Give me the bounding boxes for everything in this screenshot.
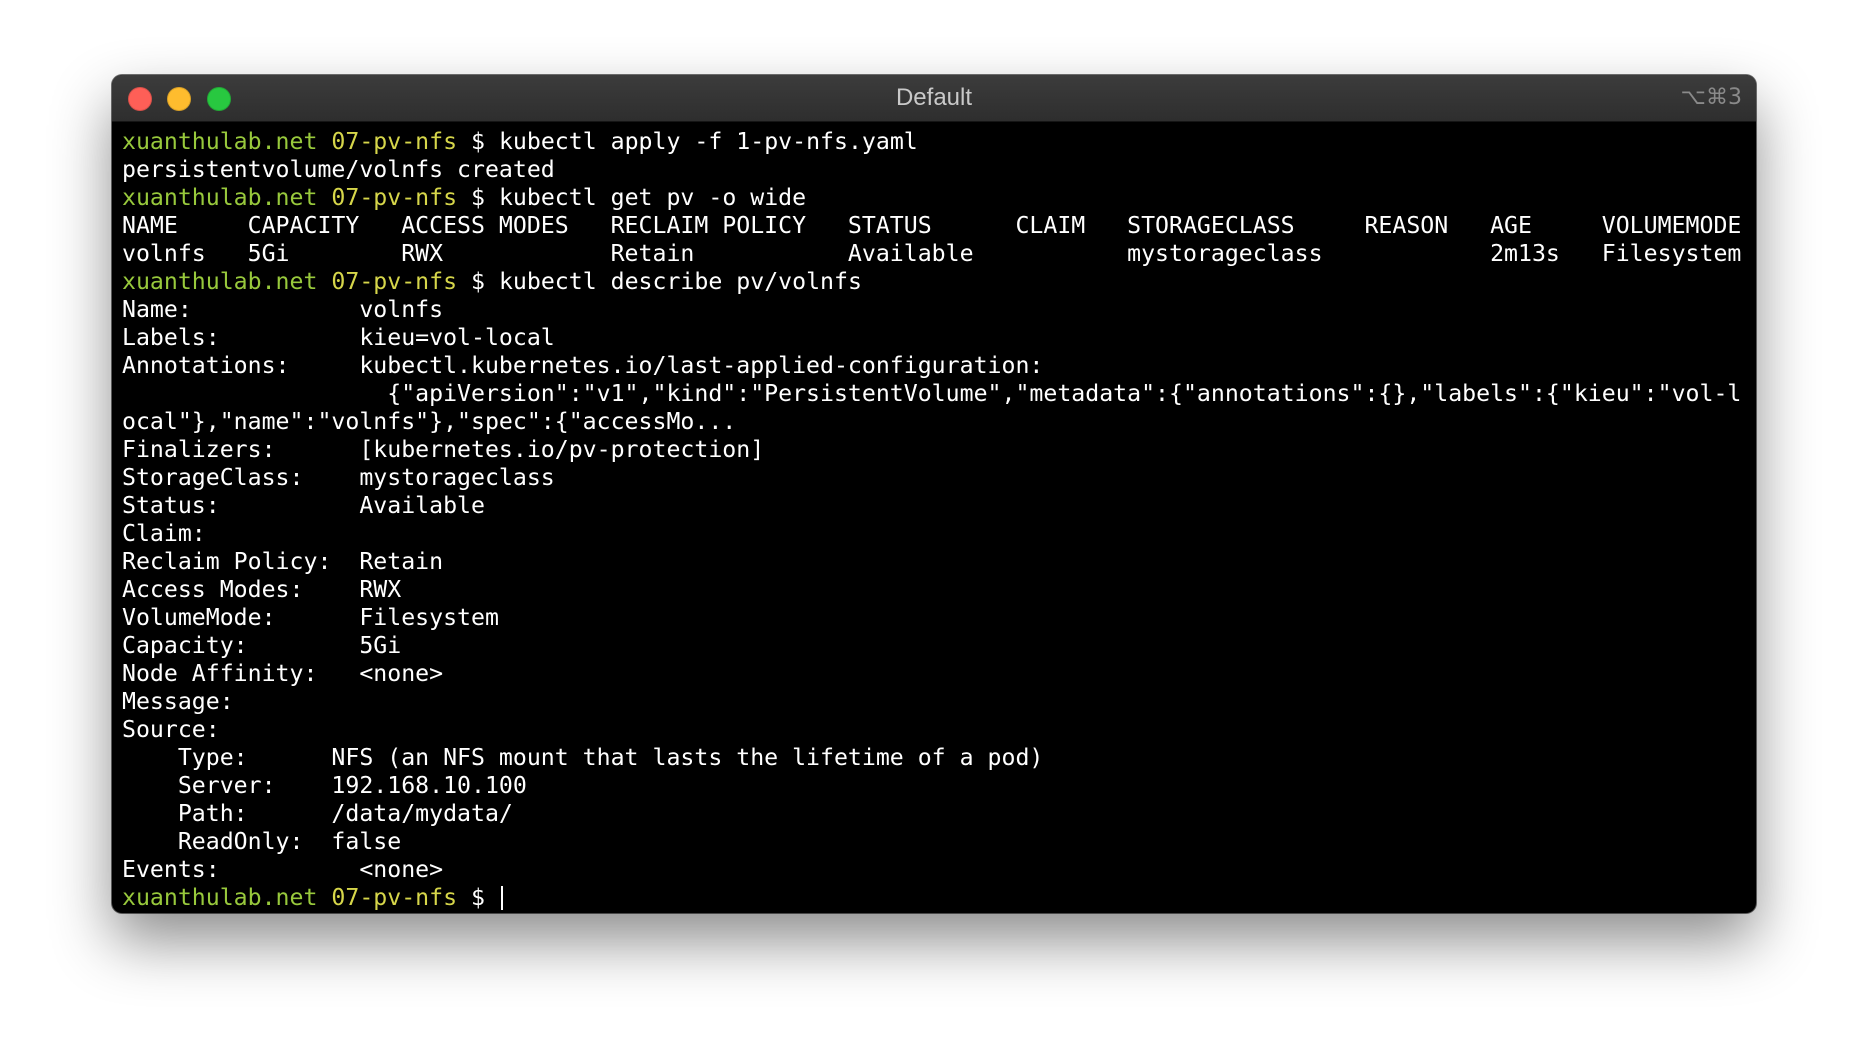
window-shortcut-label: ⌥⌘3 [1680,85,1742,110]
describe-line: Name: volnfs [122,296,444,323]
active-prompt-line[interactable]: xuanthulab.net 07-pv-nfs $ [122,884,1748,912]
prompt-host: xuanthulab.net [122,268,318,295]
describe-line: Capacity: 5Gi [122,632,402,659]
describe-line: Server: 192.168.10.100 [122,772,527,799]
describe-line: StorageClass: mystorageclass [122,464,555,491]
prompt-host: xuanthulab.net [122,884,318,911]
terminal-window: Default ⌥⌘3 xuanthulab.net 07-pv-nfs $ k… [112,75,1756,913]
describe-line: {"apiVersion":"v1","kind":"PersistentVol… [122,380,1742,407]
describe-line: Reclaim Policy: Retain [122,548,444,575]
output-line: persistentvolume/volnfs created [122,156,555,183]
command-line: xuanthulab.net 07-pv-nfs $ kubectl apply… [122,128,1748,156]
prompt-dir: 07-pv-nfs [331,184,458,211]
describe-line: Status: Available [122,492,485,519]
describe-line: Source: [122,716,220,743]
prompt-symbol: $ [457,884,499,911]
describe-line: Finalizers: [kubernetes.io/pv-protection… [122,436,765,463]
describe-line: ReadOnly: false [122,828,402,855]
prompt-dir: 07-pv-nfs [331,884,458,911]
describe-line: Access Modes: RWX [122,576,402,603]
prompt-host: xuanthulab.net [122,184,318,211]
describe-line: Claim: [122,520,206,547]
pv-table-header: NAME CAPACITY ACCESS MODES RECLAIM POLIC… [122,212,1742,239]
prompt-symbol: $ [457,268,499,295]
command-text: kubectl get pv -o wide [498,184,807,211]
window-title: Default [895,84,973,111]
command-text: kubectl describe pv/volnfs [498,268,862,295]
describe-line: ocal"},"name":"volnfs"},"spec":{"accessM… [122,408,737,435]
text-cursor [500,886,503,910]
describe-line: Message: [122,688,234,715]
terminal-output[interactable]: xuanthulab.net 07-pv-nfs $ kubectl apply… [122,128,1748,913]
command-text: kubectl apply -f 1-pv-nfs.yaml [498,128,918,155]
describe-line: Node Affinity: <none> [122,660,444,687]
prompt-dir: 07-pv-nfs [331,268,458,295]
command-line: xuanthulab.net 07-pv-nfs $ kubectl get p… [122,184,1748,212]
command-line: xuanthulab.net 07-pv-nfs $ kubectl descr… [122,268,1748,296]
prompt-symbol: $ [457,184,499,211]
describe-line: Path: /data/mydata/ [122,800,513,827]
describe-line: Labels: kieu=vol-local [122,324,555,351]
describe-line: VolumeMode: Filesystem [122,604,499,631]
pv-table-row: volnfs 5Gi RWX Retain Available mystorag… [122,240,1742,267]
prompt-symbol: $ [457,128,499,155]
describe-line: Type: NFS (an NFS mount that lasts the l… [122,744,1044,771]
prompt-host: xuanthulab.net [122,128,318,155]
describe-line: Annotations: kubectl.kubernetes.io/last-… [122,352,1044,379]
title-bar[interactable]: Default ⌥⌘3 [112,75,1756,122]
describe-line: Events: <none> [122,856,444,883]
prompt-dir: 07-pv-nfs [331,128,458,155]
